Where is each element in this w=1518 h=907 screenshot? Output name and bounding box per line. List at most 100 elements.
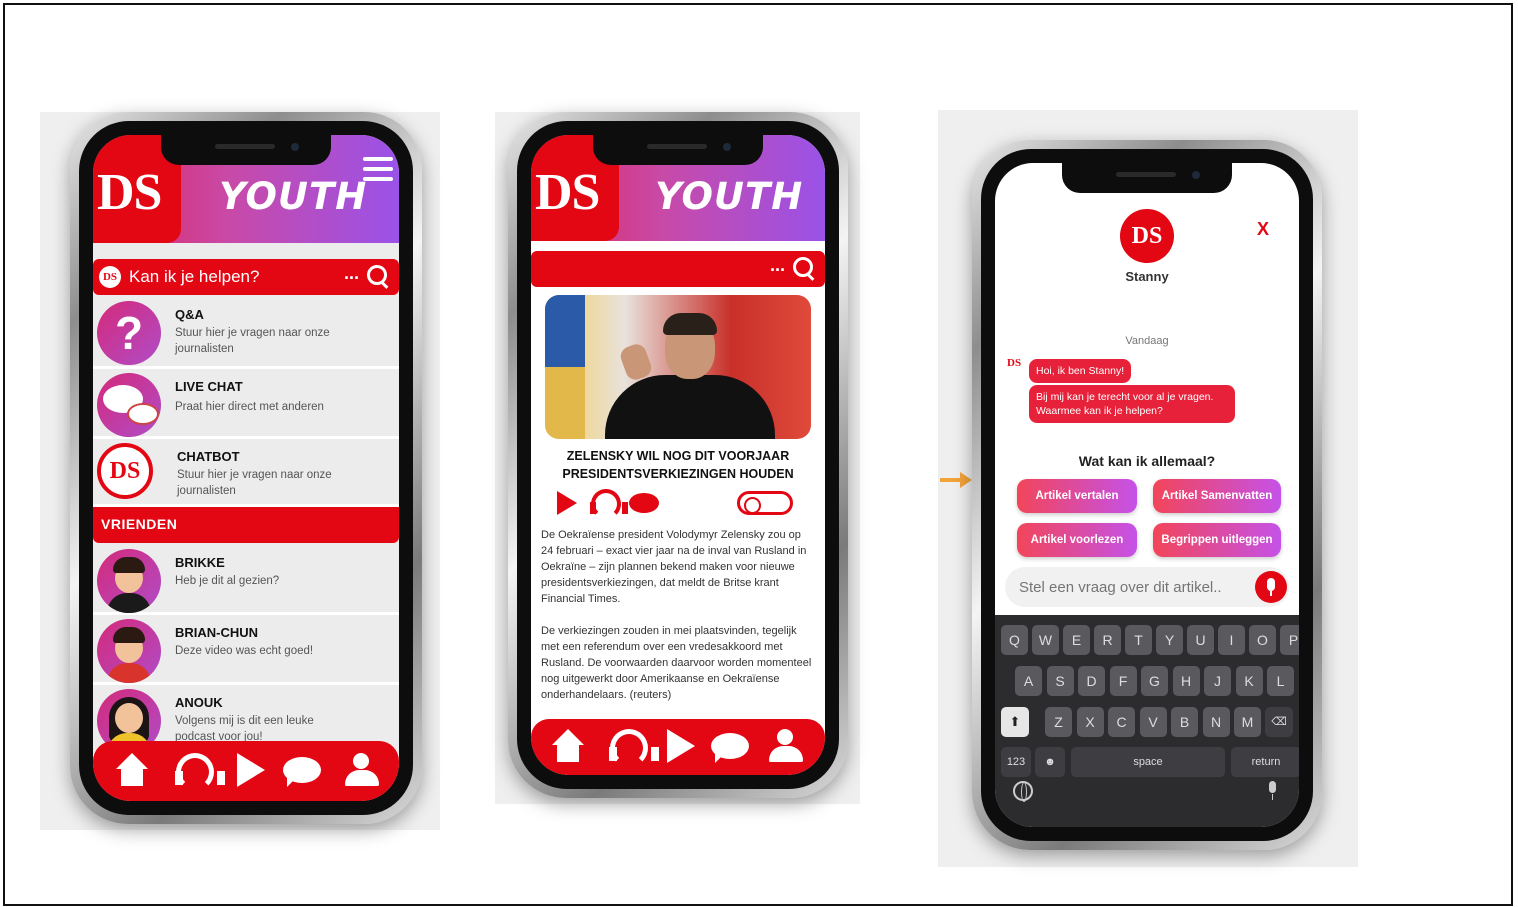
space-key[interactable]: space [1071,747,1225,777]
key-b[interactable]: B [1171,707,1198,737]
headphones-icon[interactable] [607,729,659,767]
return-key[interactable]: return [1231,747,1299,777]
item-subtitle: Praat hier direct met anderen [175,401,324,413]
key-h[interactable]: H [1172,666,1200,696]
phone1-screen: DS YOUTH DS Kan ik je helpen? ... ? Q&A … [93,135,399,801]
globe-icon[interactable] [1013,781,1033,802]
key-w[interactable]: W [1032,625,1059,655]
key-a[interactable]: A [1015,666,1042,696]
key-z[interactable]: Z [1045,707,1072,737]
option-read-aloud-button[interactable]: Artikel voorlezen [1017,523,1137,557]
notch [593,135,763,165]
key-o[interactable]: O [1249,625,1276,655]
key-k[interactable]: K [1235,666,1263,696]
ds-logo-text: DS [535,164,600,221]
chat-icon[interactable] [629,493,659,513]
article-media-controls [557,489,797,519]
phone3-bezel: DS Stanny X Vandaag DS Hoi, ik ben Stann… [981,149,1313,841]
key-s[interactable]: S [1046,666,1074,696]
friend-item-brikke[interactable]: BRIKKE Heb je dit al gezien? [93,545,399,615]
search-icon[interactable] [793,257,815,279]
question-input[interactable] [1019,575,1259,599]
section-label: VRIENDEN [101,516,178,532]
search-bar[interactable]: ... [531,251,825,287]
key-t[interactable]: T [1125,625,1152,655]
question-input-row [1005,567,1289,607]
headphones-icon[interactable] [589,489,628,519]
phone1-bezel: DS YOUTH DS Kan ik je helpen? ... ? Q&A … [79,121,413,815]
chat-icon[interactable] [711,729,749,765]
key-p[interactable]: P [1280,625,1299,655]
option-translate-button[interactable]: Artikel vertalen [1017,479,1137,513]
bot-message: Hoi, ik ben Stanny! [1029,359,1132,383]
friend-message: Heb je dit al gezien? [175,575,280,587]
friends-icon[interactable] [767,729,805,765]
key-e[interactable]: E [1063,625,1090,655]
search-icon[interactable] [367,265,389,287]
headphones-icon[interactable] [173,753,225,791]
key-i[interactable]: I [1218,625,1245,655]
help-search-placeholder: Kan ik je helpen? [129,267,260,286]
menu-icon[interactable] [789,157,819,181]
key-g[interactable]: G [1141,666,1168,696]
help-search-bar[interactable]: DS Kan ik je helpen? ... [93,259,399,295]
close-icon[interactable]: X [1257,219,1269,240]
youth-title: YOUTH [655,175,804,218]
ds-mini-logo-icon: DS [99,266,121,288]
key-u[interactable]: U [1187,625,1214,655]
item-subtitle: Stuur hier je vragen naar onze journalis… [177,469,332,497]
key-l[interactable]: L [1267,666,1294,696]
key-d[interactable]: D [1078,666,1105,696]
play-icon[interactable] [557,491,577,515]
backspace-key[interactable]: ⌫ [1265,707,1293,737]
avatar [97,619,161,683]
list-item-chatbot[interactable]: DS CHATBOT Stuur hier je vragen naar onz… [93,439,399,507]
dictation-mic-icon[interactable] [1267,781,1277,801]
numbers-key[interactable]: 123 [1001,747,1031,777]
key-x[interactable]: X [1076,707,1104,737]
article-paragraph-2: De verkiezingen zouden in mei plaatsvind… [541,625,812,701]
youth-title: YOUTH [219,175,368,218]
friend-name: BRIAN-CHUN [175,625,259,640]
date-label: Vandaag [1125,335,1169,347]
bottom-nav [531,719,825,775]
play-icon[interactable] [661,729,699,765]
emoji-key[interactable]: ☻ [1035,747,1065,777]
play-icon[interactable] [231,753,269,789]
article-photo [545,295,811,439]
menu-icon[interactable] [363,157,393,181]
toggle-switch[interactable] [737,491,793,515]
key-c[interactable]: C [1108,707,1135,737]
key-v[interactable]: V [1139,707,1167,737]
chat-icon[interactable] [283,753,321,789]
friend-item-brian-chun[interactable]: BRIAN-CHUN Deze video was echt goed! [93,615,399,685]
key-m[interactable]: M [1234,707,1261,737]
item-subtitle: Stuur hier je vragen naar onze journalis… [175,327,330,355]
notch [1062,163,1232,193]
notch [161,135,331,165]
bot-name: Stanny [1125,269,1169,284]
key-j[interactable]: J [1204,666,1231,696]
option-summarize-button[interactable]: Artikel Samenvatten [1153,479,1281,513]
list-item-live-chat[interactable]: LIVE CHAT Praat hier direct met anderen [93,369,399,439]
phone2: DS YOUTH ... ZELENSKY WIL NOG DIT VOORJA… [508,112,848,798]
key-y[interactable]: Y [1156,625,1183,655]
friends-icon[interactable] [343,753,381,789]
key-q[interactable]: Q [1001,625,1028,655]
article-paragraph-1: De Oekraïense president Volodymyr Zelens… [541,529,807,605]
key-f[interactable]: F [1109,666,1137,696]
section-header-vrienden: VRIENDEN [93,507,399,543]
friend-name: BRIKKE [175,555,225,570]
option-explain-button[interactable]: Begrippen uitleggen [1153,523,1281,557]
shift-key[interactable]: ⬆ [1001,707,1029,737]
key-n[interactable]: N [1202,707,1230,737]
list-item-qa[interactable]: ? Q&A Stuur hier je vragen naar onze jou… [93,297,399,369]
ds-logo-text: DS [97,164,162,221]
home-icon[interactable] [549,729,587,765]
options-title: Wat kan ik allemaal? [1078,453,1216,469]
key-r[interactable]: R [1094,625,1121,655]
question-glyph: ? [114,307,144,359]
home-icon[interactable] [113,753,151,789]
phone3-screen: DS Stanny X Vandaag DS Hoi, ik ben Stann… [995,163,1299,827]
microphone-icon[interactable] [1255,571,1287,603]
